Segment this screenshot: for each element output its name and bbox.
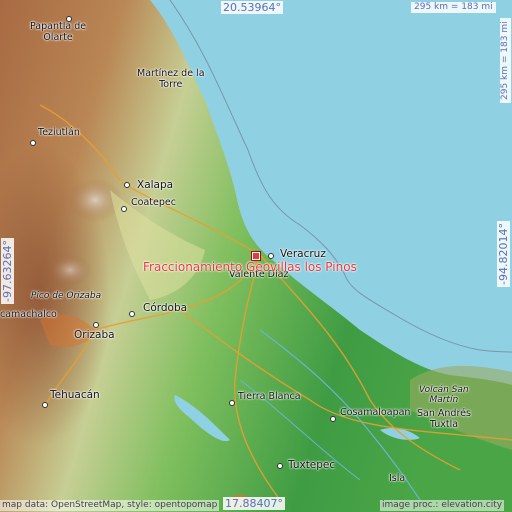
place-papantla: Papantla de Olarte — [30, 21, 87, 43]
place-tehuacan: Tehuacán — [50, 389, 100, 401]
city-dot-tehuacan — [42, 402, 48, 408]
place-cordoba: Córdoba — [143, 302, 188, 314]
place-volcan-san-martin: Volcán San Martín — [419, 385, 469, 406]
place-isla: Isla — [389, 473, 406, 484]
bottom-latitude-label: 17.88407° — [223, 497, 285, 510]
city-dot-xalapa — [124, 182, 130, 188]
attribution-data: map data: OpenStreetMap, style: opentopo… — [0, 500, 220, 511]
top-latitude-label: 20.53964° — [221, 1, 283, 14]
city-dot-teziutlan — [30, 140, 36, 146]
place-tierra-blanca: Tierra Blanca — [238, 391, 301, 402]
place-coatepec: Coatepec — [131, 197, 176, 208]
location-marker[interactable] — [251, 251, 261, 261]
attribution-processing: image proc.: elevation.city — [380, 500, 505, 511]
place-tuxtepec: Tuxtepec — [288, 459, 336, 471]
scale-label-vertical: 295 km = 183 mi — [500, 18, 511, 103]
place-camachalco: camachalco — [0, 309, 57, 320]
place-san-andres-tuxtla: San Andrés Tuxtla — [417, 408, 471, 430]
location-label: Fraccionamiento Geovillas los Pinos — [143, 260, 357, 274]
city-dot-veracruz — [268, 253, 274, 259]
place-orizaba: Orizaba — [74, 329, 115, 341]
place-teziutlan: Teziutlán — [38, 127, 80, 138]
place-veracruz: Veracruz — [280, 248, 326, 260]
city-dot-cosamaloapan — [330, 416, 336, 422]
map-view[interactable]: 20.53964° 17.88407° -97.63264° -94.82014… — [0, 0, 512, 512]
city-dot-orizaba — [93, 322, 99, 328]
city-dot-cordoba — [129, 311, 135, 317]
place-cosamaloapan: Cosamaloapan — [340, 407, 411, 418]
place-xalapa: Xalapa — [137, 179, 174, 191]
place-pico-de-orizaba: Pico de Orizaba — [31, 291, 102, 301]
left-longitude-label: -97.63264° — [1, 238, 14, 304]
city-dot-coatepec — [121, 206, 127, 212]
right-longitude-label: -94.82014° — [497, 221, 510, 287]
city-dot-tuxtepec — [277, 463, 283, 469]
city-dot-papantla — [66, 16, 72, 22]
scale-label-horizontal: 295 km = 183 mi — [411, 2, 496, 13]
place-martinez-de-la-torre: Martínez de la Torre — [137, 68, 205, 90]
city-dot-tierra-blanca — [229, 400, 235, 406]
